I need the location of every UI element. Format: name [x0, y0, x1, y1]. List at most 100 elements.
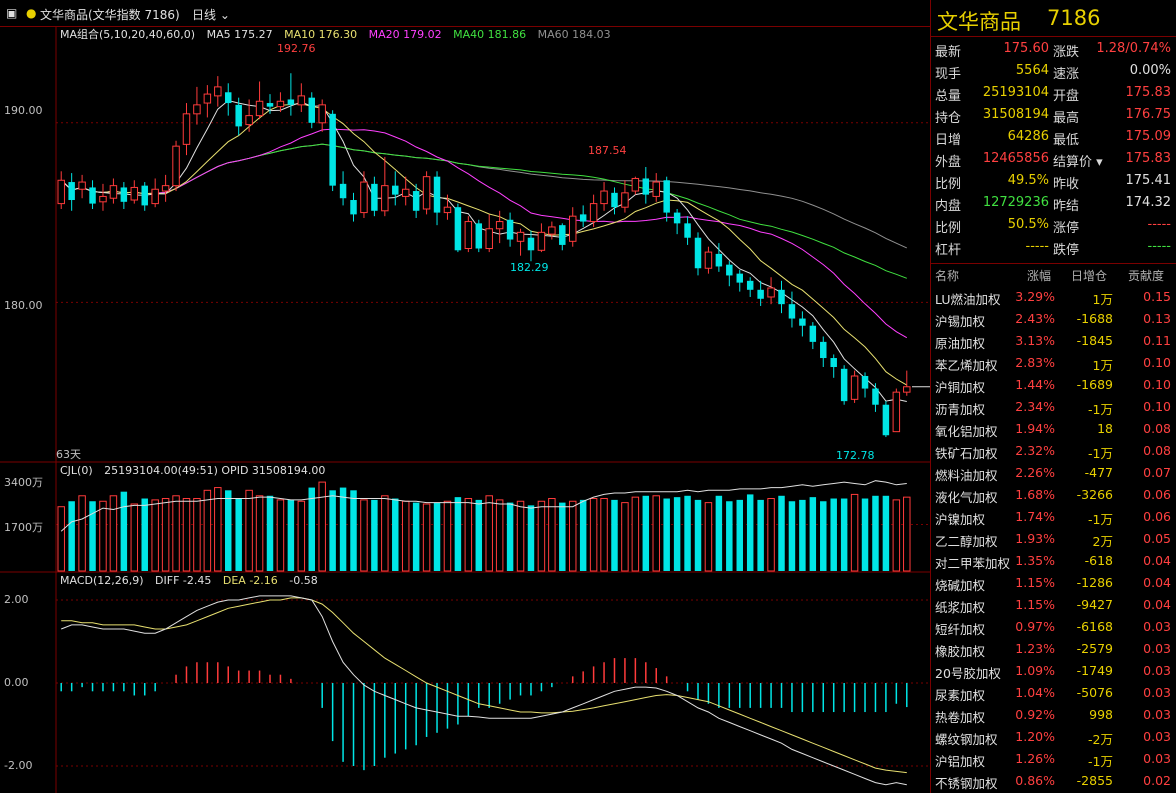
- list-item[interactable]: 沪铝加权 1.26% -1万 0.03: [931, 748, 1176, 770]
- list-item[interactable]: 对二甲苯加权 1.35% -618 0.04: [931, 550, 1176, 572]
- volume-bar-up: [99, 500, 107, 572]
- list-item-name: 燃料油加权: [935, 468, 998, 483]
- candle-down: [726, 264, 733, 276]
- volume-bar-up: [381, 495, 389, 572]
- list-item[interactable]: 20号胶加权 1.09% -1749 0.03: [931, 660, 1176, 682]
- list-item[interactable]: 沪铜加权 1.44% -1689 0.10: [931, 374, 1176, 396]
- quote-label: 昨收: [1053, 177, 1080, 192]
- macd-dea: DEA -2.16: [222, 574, 278, 587]
- status-dot-icon: ●: [26, 6, 37, 20]
- quote-label: 日增: [935, 133, 962, 148]
- volume-bar-down: [527, 505, 535, 571]
- volume-bar-down: [339, 487, 347, 571]
- volume-bar-down: [68, 501, 75, 571]
- list-item-oi: -2855: [1076, 773, 1113, 788]
- list-item[interactable]: 乙二醇加权 1.93% 2万 0.05: [931, 528, 1176, 550]
- candle-down: [339, 183, 347, 199]
- list-item-change: 1.09%: [1015, 663, 1055, 678]
- instrument-title[interactable]: 文华商品(文华指数 7186): [40, 6, 180, 23]
- list-item-change: 2.34%: [1015, 399, 1055, 414]
- volume-bar-down: [371, 499, 378, 571]
- volume-bar-down: [454, 497, 462, 571]
- list-item[interactable]: 烧碱加权 1.15% -1286 0.04: [931, 572, 1176, 594]
- list-item[interactable]: 液化气加权 1.68% -3266 0.06: [931, 484, 1176, 506]
- list-item[interactable]: 燃料油加权 2.26% -477 0.07: [931, 462, 1176, 484]
- list-item[interactable]: 沪锡加权 2.43% -1688 0.13: [931, 308, 1176, 330]
- list-item-oi: -477: [1084, 465, 1113, 480]
- candle-up: [600, 190, 608, 205]
- candle-down: [225, 92, 232, 104]
- list-item[interactable]: 原油加权 3.13% -1845 0.11: [931, 330, 1176, 352]
- list-item[interactable]: 热卷加权 0.92% 998 0.03: [931, 704, 1176, 726]
- list-item-change: 1.93%: [1015, 531, 1055, 546]
- list-item-name: 对二甲苯加权: [935, 556, 1011, 571]
- ma60-value: MA60 184.03: [537, 28, 611, 41]
- list-item[interactable]: 纸浆加权 1.15% -9427 0.04: [931, 594, 1176, 616]
- candle-down: [371, 183, 378, 211]
- quote-label: 持仓: [935, 111, 962, 126]
- list-item[interactable]: 尿素加权 1.04% -5076 0.03: [931, 682, 1176, 704]
- panel-title: 文华商品 7186: [931, 0, 1176, 37]
- list-item[interactable]: 橡胶加权 1.23% -2579 0.03: [931, 638, 1176, 660]
- period-select[interactable]: 日线 ⌄: [192, 6, 230, 23]
- volume-bar-down: [778, 495, 785, 571]
- volume-bar-up: [850, 493, 859, 572]
- list-item[interactable]: 不锈钢加权 0.86% -2855 0.02: [931, 770, 1176, 792]
- volume-bar-down: [579, 499, 587, 571]
- volume-bar-up: [360, 499, 368, 572]
- candle-up: [130, 186, 139, 201]
- volume-bar-up: [767, 498, 775, 572]
- volume-bar-up: [297, 500, 306, 572]
- volume-bar-up: [245, 489, 253, 572]
- list-item-oi: -1万: [1088, 446, 1113, 461]
- col-oi-change[interactable]: 日增仓: [1071, 267, 1107, 284]
- candle-up: [621, 192, 629, 208]
- list-item[interactable]: 沪镍加权 1.74% -1万 0.06: [931, 506, 1176, 528]
- quote-label: 跌停: [1053, 243, 1080, 258]
- list-item-oi: -3266: [1076, 487, 1113, 502]
- list-item-oi: -618: [1084, 553, 1113, 568]
- list-item[interactable]: 氧化铝加权 1.94% 18 0.08: [931, 418, 1176, 440]
- quote-value: 175.09: [1125, 129, 1172, 144]
- candle-down: [120, 187, 128, 202]
- quote-value: 175.60: [1003, 41, 1050, 56]
- candle-down: [266, 103, 274, 107]
- macd-tick-minus2: -2.00: [4, 759, 33, 772]
- volume-values: 25193104.00(49:51) OPID 31508194.00: [104, 464, 326, 477]
- quote-label: 涨跌: [1053, 45, 1080, 60]
- volume-bar-down: [694, 499, 702, 571]
- candle-down: [506, 219, 514, 240]
- macd-indicator-name[interactable]: MACD(12,26,9): [60, 574, 144, 587]
- list-item[interactable]: 铁矿石加权 2.32% -1万 0.08: [931, 440, 1176, 462]
- kline-chart[interactable]: [0, 0, 930, 793]
- volume-bar-down: [392, 498, 399, 571]
- list-item-name: 烧碱加权: [935, 578, 986, 593]
- list-item[interactable]: 苯乙烯加权 2.83% 1万 0.10: [931, 352, 1176, 374]
- list-item[interactable]: 螺纹钢加权 1.20% -2万 0.03: [931, 726, 1176, 748]
- volume-legend: CJL(0) 25193104.00(49:51) OPID 31508194.…: [60, 464, 333, 477]
- list-item-change: 2.83%: [1015, 355, 1055, 370]
- col-contribution[interactable]: 贡献度: [1128, 267, 1164, 284]
- volume-indicator-name[interactable]: CJL(0): [60, 464, 93, 477]
- volume-bar-down: [611, 499, 618, 571]
- volume-bar-up: [443, 500, 452, 572]
- quote-label: 结算价 ▾: [1053, 155, 1103, 170]
- menu-icon[interactable]: ▣: [6, 6, 17, 20]
- col-change[interactable]: 涨幅: [1027, 267, 1051, 284]
- quote-value: 174.32: [1125, 195, 1172, 210]
- volume-bar-down: [830, 498, 837, 571]
- ma5-line: [60, 99, 907, 402]
- quote-value: -----: [1147, 239, 1171, 254]
- list-item-oi: 2万: [1092, 534, 1113, 549]
- quote-value: 175.41: [1125, 173, 1172, 188]
- list-item[interactable]: 短纤加权 0.97% -6168 0.03: [931, 616, 1176, 638]
- list-item-change: 2.26%: [1015, 465, 1055, 480]
- list-item[interactable]: LU燃油加权 3.29% 1万 0.15: [931, 286, 1176, 308]
- candle-down: [684, 223, 691, 238]
- col-name[interactable]: 名称: [935, 267, 959, 284]
- ma-group-label[interactable]: MA组合(5,10,20,40,60,0): [60, 28, 195, 41]
- list-item[interactable]: 沥青加权 2.34% -1万 0.10: [931, 396, 1176, 418]
- candle-up: [495, 221, 504, 230]
- volume-bar-down: [559, 502, 566, 571]
- chart-area[interactable]: ▣ ● 文华商品(文华指数 7186) 日线 ⌄ MA组合(5,10,20,40…: [0, 0, 930, 793]
